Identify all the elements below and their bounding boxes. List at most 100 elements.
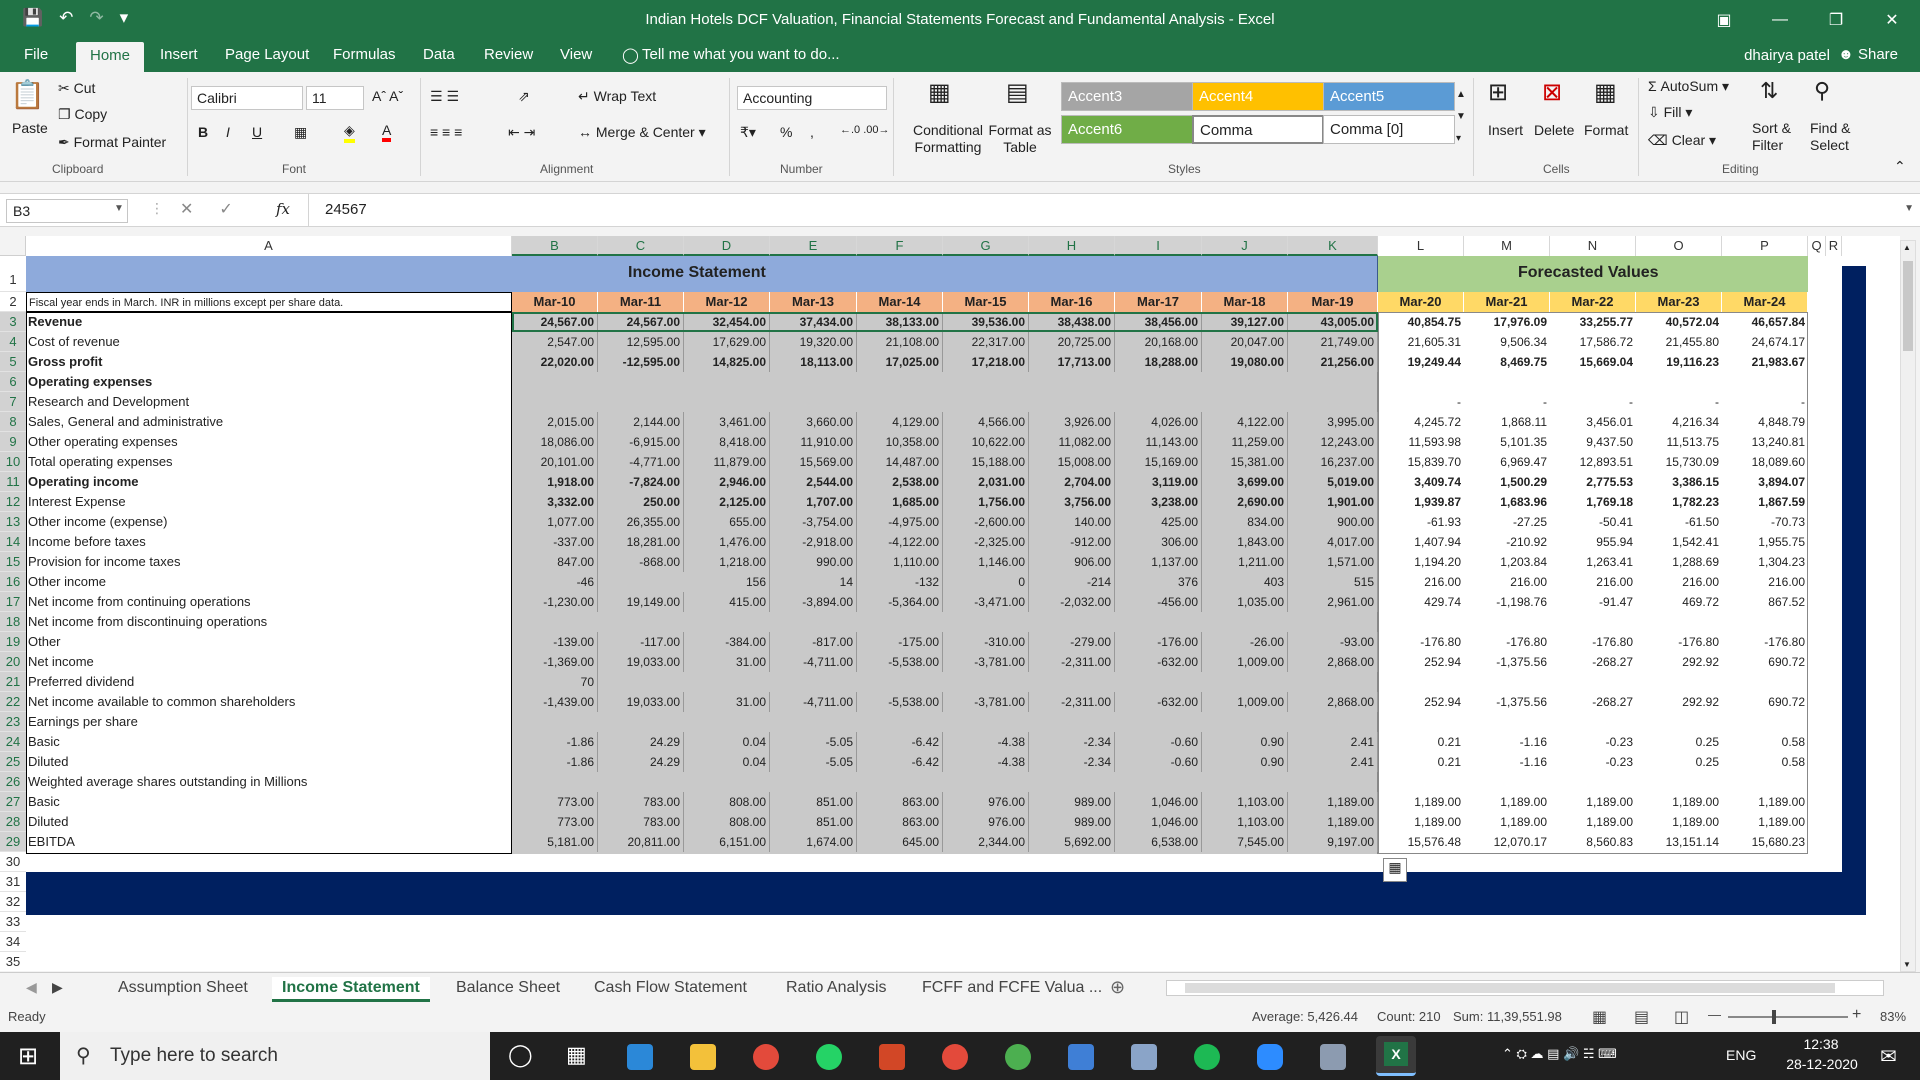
font-name-select[interactable]: Calibri xyxy=(191,86,303,110)
table-cell[interactable]: 1,189.00 xyxy=(1288,812,1378,832)
table-cell[interactable]: 1,009.00 xyxy=(1202,692,1288,712)
row-header[interactable]: 30 xyxy=(0,852,26,872)
table-cell[interactable]: 1,203.84 xyxy=(1464,552,1550,572)
row-label[interactable]: Other income (expense) xyxy=(28,512,167,532)
table-cell[interactable]: 415.00 xyxy=(684,592,770,612)
table-cell[interactable]: 2,538.00 xyxy=(857,472,943,492)
row-header[interactable]: 25 xyxy=(0,752,26,772)
table-cell[interactable]: 1,218.00 xyxy=(684,552,770,572)
table-cell[interactable]: 17,218.00 xyxy=(943,352,1029,372)
table-cell[interactable]: 1,189.00 xyxy=(1550,792,1636,812)
table-cell[interactable]: -632.00 xyxy=(1115,652,1202,672)
row-label[interactable]: Diluted xyxy=(28,812,68,832)
align-left-icon[interactable]: ≡ ≡ ≡ xyxy=(430,124,462,140)
table-cell[interactable]: 851.00 xyxy=(770,792,857,812)
table-cell[interactable]: 3,119.00 xyxy=(1115,472,1202,492)
table-cell[interactable]: 20,101.00 xyxy=(512,452,598,472)
table-cell[interactable]: 292.92 xyxy=(1636,692,1722,712)
row-header[interactable]: 6 xyxy=(0,372,26,392)
row-label[interactable]: Operating expenses xyxy=(28,372,152,392)
row-header[interactable]: 34 xyxy=(0,932,26,952)
table-cell[interactable]: -1.86 xyxy=(512,732,598,752)
user-name[interactable]: dhairya patel xyxy=(1744,47,1830,64)
table-cell[interactable]: -268.27 xyxy=(1550,692,1636,712)
next-sheet-icon[interactable]: ▶ xyxy=(52,979,63,996)
table-cell[interactable]: 783.00 xyxy=(598,812,684,832)
table-cell[interactable]: -4,975.00 xyxy=(857,512,943,532)
table-cell[interactable]: -210.92 xyxy=(1464,532,1550,552)
table-cell[interactable]: 10,358.00 xyxy=(857,432,943,452)
column-header-k[interactable]: K xyxy=(1288,236,1378,256)
table-cell[interactable]: 216.00 xyxy=(1550,572,1636,592)
share-button[interactable]: ☻ Share xyxy=(1838,46,1898,63)
table-cell[interactable]: 6,538.00 xyxy=(1115,832,1202,852)
row-header[interactable]: 2 xyxy=(0,292,26,312)
table-cell[interactable]: 4,245.72 xyxy=(1378,412,1464,432)
bold-button[interactable]: B xyxy=(198,124,208,140)
row-header[interactable]: 32 xyxy=(0,892,26,912)
minimize-icon[interactable]: — xyxy=(1752,0,1808,40)
table-cell[interactable]: 46,657.84 xyxy=(1722,312,1808,332)
calculator-icon[interactable] xyxy=(1068,1044,1094,1070)
row-label[interactable]: Basic xyxy=(28,792,60,812)
column-header-c[interactable]: C xyxy=(598,236,684,256)
style-accent6[interactable]: Accent6 xyxy=(1061,115,1193,144)
table-cell[interactable]: -2,325.00 xyxy=(943,532,1029,552)
chevron-down-icon[interactable]: ▼ xyxy=(114,203,124,214)
table-cell[interactable]: 2,547.00 xyxy=(512,332,598,352)
table-cell[interactable]: 1,476.00 xyxy=(684,532,770,552)
table-cell[interactable]: 11,259.00 xyxy=(1202,432,1288,452)
table-cell[interactable]: 2,868.00 xyxy=(1288,652,1378,672)
table-cell[interactable]: - xyxy=(1636,392,1722,412)
task-view-icon[interactable]: ▦ xyxy=(566,1042,587,1068)
table-cell[interactable]: 1,103.00 xyxy=(1202,792,1288,812)
table-cell[interactable]: 3,386.15 xyxy=(1636,472,1722,492)
delete-cells-icon[interactable]: ⊠ xyxy=(1542,78,1562,107)
table-cell[interactable]: 867.52 xyxy=(1722,592,1808,612)
table-cell[interactable]: 2,125.00 xyxy=(684,492,770,512)
row-header[interactable]: 33 xyxy=(0,912,26,932)
table-cell[interactable]: 773.00 xyxy=(512,812,598,832)
table-cell[interactable]: 1,685.00 xyxy=(857,492,943,512)
cancel-icon[interactable]: ✕ xyxy=(180,199,193,219)
row-header[interactable]: 23 xyxy=(0,712,26,732)
row-header[interactable]: 20 xyxy=(0,652,26,672)
paste-icon[interactable]: 📋 xyxy=(10,78,45,111)
table-cell[interactable]: 1,103.00 xyxy=(1202,812,1288,832)
table-cell[interactable]: -4,122.00 xyxy=(857,532,943,552)
scroll-thumb[interactable] xyxy=(1903,261,1913,351)
table-cell[interactable]: -3,781.00 xyxy=(943,692,1029,712)
table-cell[interactable]: 10,622.00 xyxy=(943,432,1029,452)
table-cell[interactable]: 5,692.00 xyxy=(1029,832,1115,852)
table-cell[interactable]: 1,500.29 xyxy=(1464,472,1550,492)
cortana-icon[interactable]: ◯ xyxy=(508,1042,533,1068)
table-cell[interactable]: -4,711.00 xyxy=(770,692,857,712)
table-cell[interactable]: 1,901.00 xyxy=(1288,492,1378,512)
zoom-out-icon[interactable]: — xyxy=(1708,1007,1721,1022)
table-cell[interactable]: 21,108.00 xyxy=(857,332,943,352)
table-cell[interactable]: 4,017.00 xyxy=(1288,532,1378,552)
column-header-j[interactable]: J xyxy=(1202,236,1288,256)
table-cell[interactable]: 33,255.77 xyxy=(1550,312,1636,332)
table-cell[interactable]: - xyxy=(1378,392,1464,412)
vertical-scrollbar[interactable]: ▲ ▼ xyxy=(1900,240,1916,972)
underline-button[interactable]: U xyxy=(252,124,262,140)
table-cell[interactable]: 21,605.31 xyxy=(1378,332,1464,352)
table-cell[interactable]: 1,769.18 xyxy=(1550,492,1636,512)
table-cell[interactable]: 1,146.00 xyxy=(943,552,1029,572)
year-header[interactable]: Mar-24 xyxy=(1722,292,1808,312)
format-button[interactable]: Format xyxy=(1584,122,1628,138)
table-cell[interactable]: 18,113.00 xyxy=(770,352,857,372)
table-cell[interactable]: -268.27 xyxy=(1550,652,1636,672)
table-cell[interactable]: 989.00 xyxy=(1029,792,1115,812)
table-cell[interactable]: 1,137.00 xyxy=(1115,552,1202,572)
table-cell[interactable]: -2,032.00 xyxy=(1029,592,1115,612)
insert-button[interactable]: Insert xyxy=(1488,122,1523,138)
row-header[interactable]: 28 xyxy=(0,812,26,832)
table-cell[interactable]: -50.41 xyxy=(1550,512,1636,532)
row-label[interactable]: Interest Expense xyxy=(28,492,126,512)
table-cell[interactable]: 1,211.00 xyxy=(1202,552,1288,572)
table-cell[interactable]: 976.00 xyxy=(943,812,1029,832)
row-label[interactable]: Other income xyxy=(28,572,106,592)
row-header[interactable]: 35 xyxy=(0,952,26,971)
